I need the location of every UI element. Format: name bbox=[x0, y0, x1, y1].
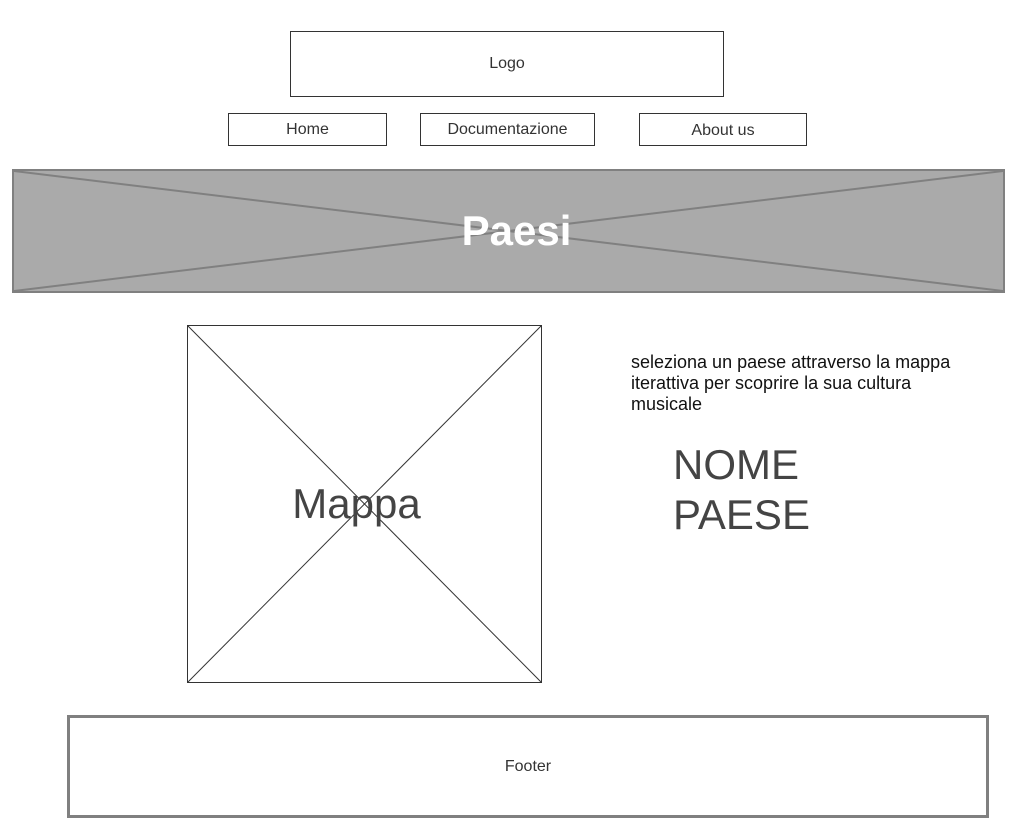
hero-title: Paesi bbox=[461, 207, 572, 254]
nav-documentation-label: Documentazione bbox=[447, 120, 568, 138]
footer-text: Footer bbox=[504, 757, 552, 775]
interactive-map[interactable]: Mappa bbox=[187, 325, 542, 683]
country-name-line1: NOME bbox=[673, 441, 799, 488]
nav-about-button[interactable]: About us bbox=[639, 113, 807, 146]
hero-banner: Paesi bbox=[12, 169, 1005, 293]
country-name: NOME PAESE bbox=[673, 440, 873, 540]
nav-about-label: About us bbox=[691, 121, 755, 139]
logo-text: Logo bbox=[489, 55, 525, 72]
map-instructions: seleziona un paese attraverso la mappa i… bbox=[631, 352, 951, 414]
map-label: Mappa bbox=[292, 480, 421, 527]
logo-placeholder[interactable]: Logo bbox=[290, 31, 724, 97]
nav-home-label: Home bbox=[286, 120, 329, 138]
country-name-line2: PAESE bbox=[673, 491, 810, 538]
nav-documentation-button[interactable]: Documentazione bbox=[420, 113, 595, 146]
nav-home-button[interactable]: Home bbox=[228, 113, 387, 146]
footer: Footer bbox=[67, 715, 989, 818]
